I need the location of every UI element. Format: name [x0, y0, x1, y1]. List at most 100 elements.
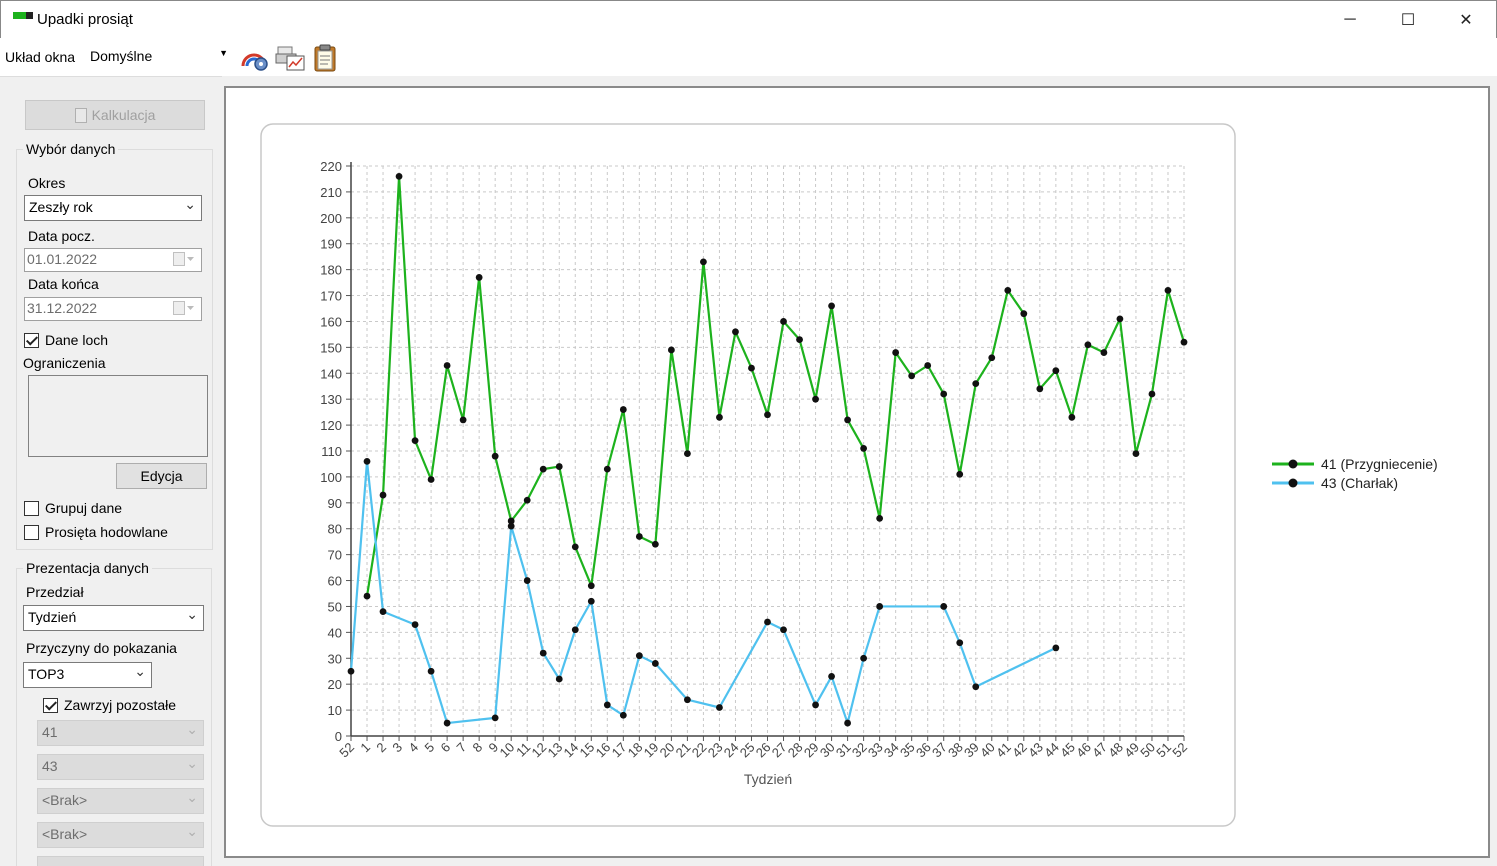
data-point: [1068, 413, 1076, 421]
data-point: [443, 719, 451, 727]
interval-select[interactable]: Tydzień ⌄: [23, 605, 204, 631]
data-point: [1020, 310, 1028, 318]
data-point: [347, 667, 355, 675]
data-point: [764, 618, 771, 626]
data-point: [1180, 338, 1188, 346]
legend-marker: [1288, 478, 1298, 488]
data-point: [796, 336, 803, 343]
calendar-icon[interactable]: [173, 252, 195, 266]
y-tick-label: 170: [320, 289, 342, 304]
data-point: [1164, 286, 1172, 294]
y-tick-label: 20: [328, 677, 342, 692]
end-date-field[interactable]: 31.12.2022: [24, 297, 202, 321]
data-point: [1116, 315, 1124, 323]
period-value: Zeszły rok: [29, 199, 93, 215]
legend-marker: [1288, 459, 1298, 469]
data-point: [716, 704, 723, 711]
interval-value: Tydzień: [28, 609, 77, 625]
close-button[interactable]: ✕: [1437, 1, 1495, 39]
data-point: [812, 395, 819, 403]
period-select[interactable]: Zeszły rok ⌄: [24, 195, 202, 221]
chevron-down-icon: ⌄: [186, 755, 198, 771]
data-point: [716, 413, 723, 421]
y-tick-label: 130: [320, 392, 342, 407]
y-tick-label: 80: [328, 522, 342, 537]
data-point: [427, 476, 435, 483]
group-data-checkbox[interactable]: Grupuj dane: [24, 500, 122, 516]
data-point: [523, 496, 531, 504]
data-point: [555, 675, 563, 683]
y-tick-label: 60: [328, 574, 342, 589]
calc-button[interactable]: Kalkulacja: [25, 100, 205, 130]
breeding-piglets-checkbox[interactable]: Prosięta hodowlane: [24, 524, 168, 540]
chart-settings-icon[interactable]: [240, 44, 270, 72]
data-point: [539, 649, 547, 657]
layout-label: Układ okna: [5, 49, 76, 65]
data-point: [972, 683, 980, 691]
data-point: [684, 450, 691, 457]
cause-select-2[interactable]: 43 ⌄: [37, 754, 204, 780]
data-point: [764, 411, 771, 419]
data-point: [748, 364, 755, 372]
edit-button[interactable]: Edycja: [116, 463, 207, 489]
start-date-field[interactable]: 01.01.2022: [24, 248, 202, 272]
data-point: [780, 626, 787, 634]
print-chart-icon[interactable]: [275, 44, 305, 72]
layout-select[interactable]: Domyślne ▼: [85, 44, 233, 68]
maximize-button[interactable]: ☐: [1379, 1, 1437, 39]
data-point: [379, 608, 387, 616]
data-point: [491, 452, 499, 460]
presentation-legend: Prezentacja danych: [23, 560, 152, 576]
y-tick-label: 10: [328, 703, 342, 718]
data-point: [603, 701, 611, 709]
cause-select-2-value: 43: [42, 758, 58, 774]
data-point: [667, 346, 675, 354]
y-tick-label: 0: [335, 729, 342, 744]
start-date-label: Data pocz.: [28, 228, 95, 244]
y-tick-label: 90: [328, 496, 342, 511]
cause-select-1-value: 41: [42, 724, 58, 740]
left-panel: Kalkulacja Wybór danych Okres Zeszły rok…: [0, 76, 222, 866]
limits-textarea[interactable]: [28, 375, 208, 457]
data-point: [587, 582, 595, 590]
data-point: [619, 711, 627, 719]
chevron-down-icon: ⌄: [186, 606, 198, 622]
data-point: [828, 302, 835, 310]
data-point: [459, 416, 467, 424]
minimize-button[interactable]: ─: [1321, 1, 1379, 39]
cause-select-1[interactable]: 41 ⌄: [37, 720, 204, 746]
causes-select[interactable]: TOP3 ⌄: [23, 662, 152, 688]
data-point: [539, 465, 547, 473]
data-point: [1052, 644, 1060, 652]
cause-select-3-value: <Brak>: [42, 792, 88, 808]
limits-label: Ograniczenia: [23, 355, 106, 371]
y-tick-label: 30: [328, 651, 342, 666]
data-point: [780, 318, 787, 325]
sows-data-checkbox[interactable]: Dane loch: [24, 332, 108, 348]
cause-select-5[interactable]: [37, 856, 204, 866]
data-point: [908, 372, 916, 380]
data-point: [956, 470, 964, 478]
data-point: [828, 673, 835, 680]
data-point: [363, 457, 371, 465]
plot-card: [260, 123, 1236, 827]
include-rest-checkbox[interactable]: Zawrzyj pozostałe: [43, 697, 176, 713]
y-tick-label: 220: [320, 159, 342, 174]
cause-select-3[interactable]: <Brak> ⌄: [37, 788, 204, 814]
clipboard-icon[interactable]: [312, 44, 342, 72]
calendar-icon[interactable]: [173, 301, 195, 315]
chevron-down-icon: ⌄: [134, 663, 146, 679]
data-point: [619, 406, 627, 413]
data-point: [700, 258, 707, 266]
cause-select-4[interactable]: <Brak> ⌄: [37, 822, 204, 848]
data-point: [876, 603, 884, 610]
legend-label: 41 (Przygniecenie): [1321, 456, 1438, 472]
data-point: [732, 328, 739, 336]
data-point: [475, 274, 483, 281]
data-point: [411, 437, 419, 445]
y-tick-label: 160: [320, 314, 342, 329]
cause-select-4-value: <Brak>: [42, 826, 88, 842]
checkbox-checked-icon: [24, 332, 39, 348]
data-point: [427, 667, 435, 675]
y-tick-label: 70: [328, 548, 342, 563]
